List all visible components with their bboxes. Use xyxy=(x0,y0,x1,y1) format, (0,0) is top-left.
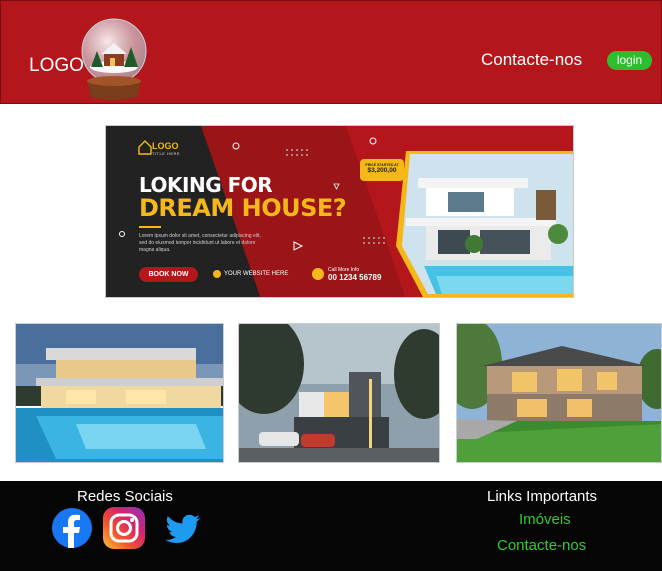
login-button[interactable]: login xyxy=(607,51,652,70)
links-title: Links Importants xyxy=(487,488,598,505)
instagram-icon[interactable] xyxy=(102,506,146,550)
footer-link-imoveis[interactable]: Imóveis xyxy=(519,511,571,528)
banner-website: YOUR WEBSITE HERE xyxy=(224,271,289,277)
footer-link-contact[interactable]: Contacte-nos xyxy=(497,537,586,554)
nav-contact-link[interactable]: Contacte-nos xyxy=(481,50,582,70)
book-now-button[interactable]: BOOK NOW xyxy=(139,267,198,282)
promo-banner[interactable]: LOGO TITLE HERE LOKING FOR DREAM HOUSE? … xyxy=(105,125,574,298)
property-photo-stone[interactable] xyxy=(456,323,662,463)
banner-logo-subtitle: TITLE HERE xyxy=(152,151,181,156)
snow-globe-logo-icon[interactable] xyxy=(77,17,151,101)
social-title: Redes Sociais xyxy=(77,488,173,505)
banner-logo-text: LOGO xyxy=(152,141,179,151)
price-value: $3,200,00 xyxy=(367,167,397,174)
banner-call-number: 00 1234 56789 xyxy=(328,273,382,282)
property-photo-modern[interactable] xyxy=(238,323,440,463)
facebook-icon[interactable] xyxy=(50,506,94,550)
site-header: LOGO Contacte-nos login xyxy=(0,0,662,104)
site-footer: Redes Sociais Links Importants Imóveis C… xyxy=(0,481,662,571)
property-photo-pool[interactable] xyxy=(15,323,224,463)
twitter-icon[interactable] xyxy=(160,506,204,550)
banner-title-line2: DREAM HOUSE? xyxy=(139,194,347,222)
banner-description: Lorem ipsum dolor sit amet, consectetur … xyxy=(139,233,261,253)
price-tag: PRICE STARTED AT $3,200,00 xyxy=(360,159,404,181)
logo-text[interactable]: LOGO xyxy=(29,55,84,77)
